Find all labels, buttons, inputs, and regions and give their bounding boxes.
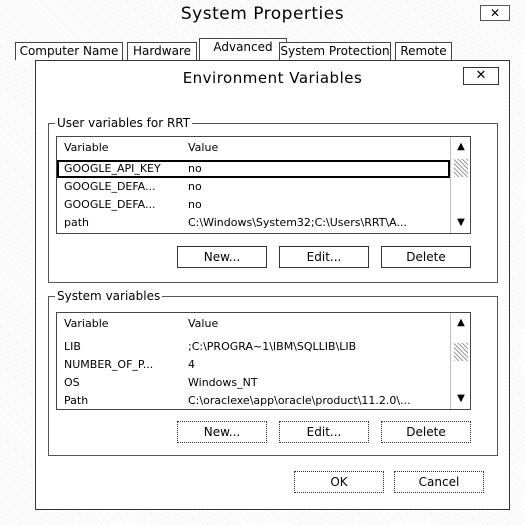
cancel-button[interactable]: Cancel xyxy=(394,471,484,493)
user-variables-group: User variables for RRT Variable Value GO… xyxy=(48,115,498,283)
list-item[interactable]: OS Windows_NT xyxy=(57,374,450,392)
vertical-scrollbar[interactable]: ▲ ▼ xyxy=(450,137,470,233)
system-delete-button[interactable]: Delete xyxy=(381,421,471,443)
vertical-scrollbar[interactable]: ▲ ▼ xyxy=(450,313,470,409)
user-variables-label: User variables for RRT xyxy=(55,115,193,131)
column-header-variable[interactable]: Variable xyxy=(64,313,177,335)
list-item[interactable]: GOOGLE_DEFA... no xyxy=(57,178,450,196)
list-item[interactable]: LIB ;C:\PROGRA~1\IBM\SQLLIB\LIB xyxy=(57,338,450,356)
ok-button[interactable]: OK xyxy=(294,471,384,493)
list-item[interactable]: path C:\Windows\System32;C:\Users\RRT\A.… xyxy=(57,214,450,232)
user-variables-list[interactable]: Variable Value GOOGLE_API_KEY no GOOGLE_… xyxy=(56,136,471,234)
tab-hardware[interactable]: Hardware xyxy=(127,42,197,60)
system-properties-close-button[interactable]: ✕ xyxy=(480,5,510,21)
user-new-button[interactable]: New... xyxy=(177,246,267,268)
scroll-thumb[interactable] xyxy=(454,159,468,177)
close-icon: ✕ xyxy=(489,6,501,20)
close-icon: ✕ xyxy=(475,68,487,83)
scroll-up-icon[interactable]: ▲ xyxy=(451,139,471,155)
dialog-title: Environment Variables xyxy=(182,69,363,87)
column-header-value[interactable]: Value xyxy=(188,313,450,335)
system-variables-group: System variables Variable Value LIB ;C:\… xyxy=(48,288,498,456)
user-edit-button[interactable]: Edit... xyxy=(279,246,369,268)
tab-advanced[interactable]: Advanced xyxy=(199,38,287,61)
user-delete-button[interactable]: Delete xyxy=(381,246,471,268)
system-variables-list[interactable]: Variable Value LIB ;C:\PROGRA~1\IBM\SQLL… xyxy=(56,312,471,410)
scroll-thumb[interactable] xyxy=(454,343,468,361)
list-item[interactable]: GOOGLE_API_KEY no xyxy=(57,160,450,178)
system-edit-button[interactable]: Edit... xyxy=(279,421,369,443)
list-item[interactable]: NUMBER_OF_P... 4 xyxy=(57,356,450,374)
column-header-variable[interactable]: Variable xyxy=(64,137,177,159)
list-header: Variable Value xyxy=(57,313,450,335)
dialog-close-button[interactable]: ✕ xyxy=(463,67,499,85)
system-properties-title: System Properties xyxy=(180,4,345,24)
column-header-value[interactable]: Value xyxy=(188,137,450,159)
tab-system-protection[interactable]: System Protection xyxy=(279,42,391,60)
list-header: Variable Value xyxy=(57,137,450,159)
system-new-button[interactable]: New... xyxy=(177,421,267,443)
tab-computer-name[interactable]: Computer Name xyxy=(15,42,123,60)
tab-remote[interactable]: Remote xyxy=(395,42,452,60)
scroll-down-icon[interactable]: ▼ xyxy=(451,215,471,231)
scroll-up-icon[interactable]: ▲ xyxy=(451,315,471,331)
environment-variables-dialog: Environment Variables ✕ User variables f… xyxy=(35,60,510,510)
scroll-down-icon[interactable]: ▼ xyxy=(451,391,471,407)
list-item[interactable]: GOOGLE_DEFA... no xyxy=(57,196,450,214)
system-variables-label: System variables xyxy=(55,288,163,304)
list-item[interactable]: Path C:\oraclexe\app\oracle\product\11.2… xyxy=(57,392,450,410)
